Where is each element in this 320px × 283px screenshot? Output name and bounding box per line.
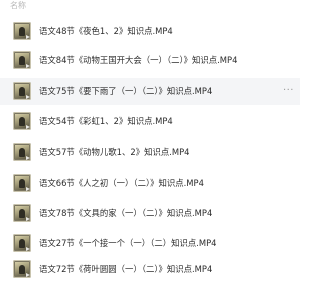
- file-name[interactable]: 语文54节《彩虹1、2》知识点.MP4: [39, 108, 173, 135]
- file-name[interactable]: 语文66节《人之初（一）（二）》知识点.MP4: [39, 170, 204, 197]
- file-name[interactable]: 语文27节《一个接一个（一）（二）知识点.MP4: [39, 230, 216, 257]
- video-thumbnail-icon: [13, 234, 31, 252]
- file-row[interactable]: 语文54节《彩虹1、2》知识点.MP4: [0, 108, 300, 135]
- name-column-header[interactable]: 名称: [10, 0, 26, 12]
- video-thumbnail-icon: [13, 112, 31, 130]
- video-thumbnail-icon: [13, 82, 31, 100]
- file-row[interactable]: 语文75节《要下雨了（一）（二）》知识点.MP4 ···: [0, 78, 300, 105]
- video-thumbnail-icon: [13, 204, 31, 222]
- file-row[interactable]: 语文78节《文具的家（一）（二）》知识点.MP4: [0, 200, 300, 227]
- file-row[interactable]: 语文66节《人之初（一）（二）》知识点.MP4: [0, 170, 300, 197]
- file-row[interactable]: 语文27节《一个接一个（一）（二）知识点.MP4: [0, 230, 300, 257]
- video-thumbnail-icon: [13, 22, 31, 40]
- file-name[interactable]: 语文48节《夜色1、2》知识点.MP4: [39, 18, 173, 45]
- more-options-icon[interactable]: ···: [283, 78, 294, 105]
- video-thumbnail-icon: [13, 51, 31, 69]
- file-name[interactable]: 语文75节《要下雨了（一）（二）》知识点.MP4: [39, 78, 212, 105]
- file-name[interactable]: 语文72节《荷叶圆圆（一）（二）》知识点.MP4: [39, 256, 212, 283]
- file-row[interactable]: 语文48节《夜色1、2》知识点.MP4: [0, 18, 300, 45]
- file-row[interactable]: 语文57节《动物儿歌1、2》知识点.MP4: [0, 139, 300, 166]
- video-thumbnail-icon: [13, 174, 31, 192]
- file-name[interactable]: 语文84节《动物王国开大会（一）（二）》知识点.MP4: [39, 47, 237, 74]
- file-list: 名称 语文48节《夜色1、2》知识点.MP4 语文84节《动物王国开大会（一）（…: [0, 0, 300, 283]
- video-thumbnail-icon: [13, 143, 31, 161]
- video-thumbnail-icon: [13, 260, 31, 278]
- file-row[interactable]: 语文84节《动物王国开大会（一）（二）》知识点.MP4: [0, 47, 300, 74]
- file-row[interactable]: 语文72节《荷叶圆圆（一）（二）》知识点.MP4: [0, 256, 300, 283]
- file-name[interactable]: 语文57节《动物儿歌1、2》知识点.MP4: [39, 139, 189, 166]
- file-name[interactable]: 语文78节《文具的家（一）（二）》知识点.MP4: [39, 200, 212, 227]
